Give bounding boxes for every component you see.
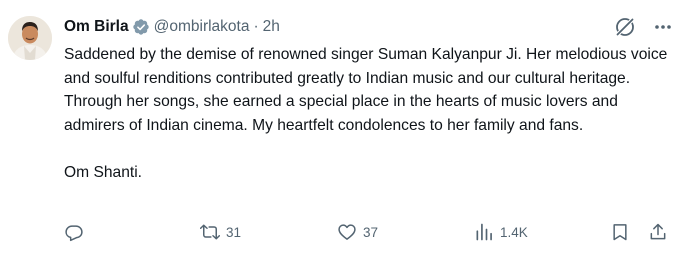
like-button[interactable]: 37: [337, 219, 378, 245]
verified-badge-icon: [132, 18, 150, 36]
views-count: 1.4K: [500, 224, 528, 240]
like-icon: [338, 224, 356, 240]
tweet-text: Saddened by the demise of renowned singe…: [64, 43, 676, 184]
bookmark-button[interactable]: [610, 219, 630, 245]
reply-button[interactable]: [64, 219, 90, 245]
author-handle[interactable]: @ombirlakota: [154, 18, 250, 36]
tweet-header: Om Birla @ombirlakota · 2h: [64, 16, 280, 38]
tweet-paragraph: Om Shanti.: [64, 163, 142, 181]
tweet-timestamp[interactable]: 2h: [263, 18, 280, 36]
grok-icon[interactable]: [612, 14, 638, 40]
author-name[interactable]: Om Birla: [64, 18, 129, 36]
avatar[interactable]: [8, 16, 52, 60]
like-count: 37: [363, 224, 379, 240]
tweet-actions: 31 37 1.4K: [0, 219, 691, 245]
separator-dot: ·: [253, 18, 259, 35]
views-icon: [476, 223, 492, 241]
avatar-image: [8, 16, 52, 60]
retweet-icon: [200, 224, 220, 240]
share-button[interactable]: [648, 219, 668, 245]
reply-icon: [65, 225, 83, 242]
views-button[interactable]: 1.4K: [474, 219, 528, 245]
retweet-button[interactable]: 31: [200, 219, 241, 245]
share-icon: [650, 223, 666, 240]
tweet-paragraph: Saddened by the demise of renowned singe…: [64, 46, 668, 134]
tweet[interactable]: Om Birla @ombirlakota · 2h Saddened by t…: [0, 0, 691, 263]
bookmark-icon: [613, 224, 627, 241]
more-icon[interactable]: [650, 14, 676, 40]
retweet-count: 31: [226, 224, 242, 240]
